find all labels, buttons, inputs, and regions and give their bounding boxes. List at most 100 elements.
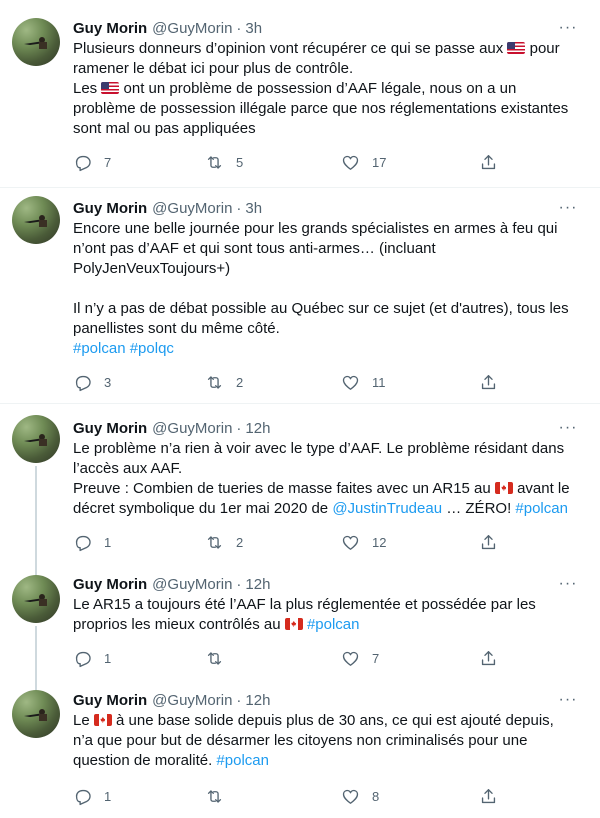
avatar[interactable] <box>12 18 60 66</box>
avatar[interactable] <box>12 690 60 738</box>
reply-button[interactable]: 1 <box>73 532 111 552</box>
like-button[interactable]: 12 <box>341 532 386 552</box>
text-line: Encore une belle journée pour les grands… <box>73 219 585 239</box>
canada-flag-icon <box>284 618 303 630</box>
reply-button[interactable]: 1 <box>73 786 111 806</box>
reply-button[interactable]: 3 <box>73 372 111 392</box>
like-button[interactable]: 11 <box>341 372 386 392</box>
text-line: l’accès aux AAF. <box>73 459 585 479</box>
text-segment: proprios les mieux contrôlés au <box>73 616 285 633</box>
text-segment: Encore une belle journée pour les grands… <box>73 220 558 237</box>
tweet[interactable]: Guy Morin @GuyMorin · 12h ··· Le problèm… <box>0 404 600 568</box>
tweet-actions: 18 <box>73 786 513 806</box>
share-button[interactable] <box>479 786 498 806</box>
retweet-button[interactable]: 2 <box>205 532 243 552</box>
retweet-button[interactable] <box>205 648 224 668</box>
avatar[interactable] <box>12 575 60 623</box>
timestamp[interactable]: 12h <box>245 576 270 593</box>
heart-icon <box>341 153 360 172</box>
share-icon <box>479 153 498 172</box>
share-button[interactable] <box>479 152 498 172</box>
retweet-button[interactable]: 5 <box>205 152 243 172</box>
text-line: n’a que pour but de désarmer les citoyen… <box>73 731 585 751</box>
retweet-count: 2 <box>236 534 244 550</box>
more-icon[interactable]: ··· <box>558 574 578 594</box>
tweet[interactable]: Guy Morin @GuyMorin · 3h ··· Plusieurs d… <box>0 0 600 188</box>
like-count: 17 <box>372 154 387 170</box>
share-button[interactable] <box>479 648 498 668</box>
retweet-icon <box>205 649 224 668</box>
tweet[interactable]: Guy Morin @GuyMorin · 3h ··· Encore une … <box>0 188 600 404</box>
timestamp[interactable]: 3h <box>245 20 262 37</box>
share-icon <box>479 373 498 392</box>
hashtag-link[interactable]: #polcan <box>73 340 126 357</box>
canada-flag-icon <box>93 714 112 726</box>
retweet-icon <box>205 373 224 392</box>
avatar[interactable] <box>12 415 60 463</box>
text-line: décret symbolique du 1er mai 2020 de @Ju… <box>73 499 585 519</box>
share-button[interactable] <box>479 532 498 552</box>
more-icon[interactable]: ··· <box>558 198 578 218</box>
reply-button[interactable]: 7 <box>73 152 111 172</box>
tweet[interactable]: Guy Morin @GuyMorin · 12h ··· Le à une b… <box>0 684 600 818</box>
text-segment: question de moralité. <box>73 752 217 769</box>
timestamp[interactable]: 12h <box>245 420 270 437</box>
text-line: sont mal ou pas appliquées <box>73 119 585 139</box>
more-icon[interactable]: ··· <box>558 690 578 710</box>
like-button[interactable]: 17 <box>341 152 386 172</box>
separator-dot: · <box>236 691 242 709</box>
author-name[interactable]: Guy Morin <box>73 20 147 37</box>
tweet-text: Plusieurs donneurs d’opinion vont récupé… <box>73 39 585 139</box>
retweet-button[interactable]: 2 <box>205 372 243 392</box>
timestamp[interactable]: 3h <box>245 200 262 217</box>
reply-count: 1 <box>104 788 112 804</box>
tweet[interactable]: Guy Morin @GuyMorin · 12h ··· Le AR15 a … <box>0 568 600 684</box>
author-name[interactable]: Guy Morin <box>73 576 147 593</box>
text-line: Preuve : Combien de tueries de masse fai… <box>73 479 585 499</box>
hashtag-link[interactable]: #polqc <box>130 340 174 357</box>
text-segment: Le problème n’a rien à voir avec le type… <box>73 440 565 457</box>
author-name[interactable]: Guy Morin <box>73 200 147 217</box>
avatar[interactable] <box>12 196 60 244</box>
like-button[interactable]: 7 <box>341 648 379 668</box>
text-segment: problème de possession illégale parce qu… <box>73 100 569 117</box>
reply-icon <box>73 649 92 668</box>
hashtag-link[interactable]: #polcan <box>515 500 568 517</box>
heart-icon <box>341 787 360 806</box>
author-handle[interactable]: @GuyMorin <box>152 576 232 593</box>
text-line: Le AR15 a toujours été l’AAF la plus rég… <box>73 595 585 615</box>
text-line: problème de possession illégale parce qu… <box>73 99 585 119</box>
author-handle[interactable]: @GuyMorin <box>152 692 232 709</box>
text-segment: ont un problème de possession d’AAF léga… <box>119 80 517 97</box>
hashtag-link[interactable]: #polcan <box>216 752 269 769</box>
more-icon[interactable]: ··· <box>558 418 578 438</box>
like-count: 12 <box>372 534 387 550</box>
share-button[interactable] <box>479 372 498 392</box>
text-line: question de moralité. #polcan <box>73 751 585 771</box>
text-segment: PolyJenVeuxToujours+) <box>73 260 231 277</box>
author-name[interactable]: Guy Morin <box>73 692 147 709</box>
text-segment: Le <box>73 712 94 729</box>
tweet-text: Le à une base solide depuis plus de 30 a… <box>73 711 585 771</box>
author-handle[interactable]: @GuyMorin <box>152 20 232 37</box>
like-count: 7 <box>372 650 380 666</box>
more-icon[interactable]: ··· <box>558 18 578 38</box>
tweet-text: Le AR15 a toujours été l’AAF la plus rég… <box>73 595 585 635</box>
like-button[interactable]: 8 <box>341 786 379 806</box>
author-handle[interactable]: @GuyMorin <box>152 420 232 437</box>
text-segment: décret symbolique du 1er mai 2020 de <box>73 500 333 517</box>
reply-button[interactable]: 1 <box>73 648 111 668</box>
retweet-button[interactable] <box>205 786 224 806</box>
author-name[interactable]: Guy Morin <box>73 420 147 437</box>
author-handle[interactable]: @GuyMorin <box>152 200 232 217</box>
mention-link[interactable]: @JustinTrudeau <box>332 500 442 517</box>
text-segment: n’ont pas d’AAF et qui sont tous anti-ar… <box>73 240 436 257</box>
reply-count: 1 <box>104 650 112 666</box>
like-count: 8 <box>372 788 380 804</box>
timestamp[interactable]: 12h <box>245 692 270 709</box>
tweet-text: Le problème n’a rien à voir avec le type… <box>73 439 585 519</box>
canada-flag-icon <box>494 482 513 494</box>
share-icon <box>479 649 498 668</box>
hashtag-link[interactable]: #polcan <box>307 616 360 633</box>
reply-icon <box>73 787 92 806</box>
